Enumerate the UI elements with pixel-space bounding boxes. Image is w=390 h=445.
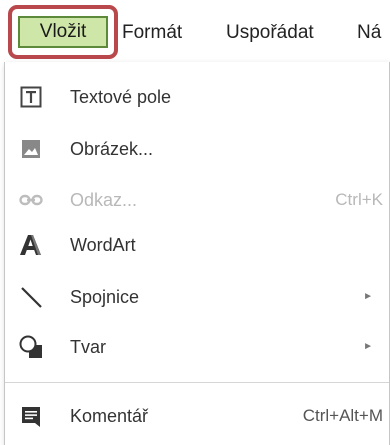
submenu-arrow-icon: ►	[363, 291, 373, 302]
menu-item-odkaz[interactable]: Odkaz... Ctrl+K	[5, 177, 389, 223]
line-icon	[21, 287, 42, 308]
menu-bar: Vložit Formát Uspořádat Ná	[0, 0, 390, 62]
menu-vlozit[interactable]: Vložit	[18, 16, 108, 48]
shape-icon	[19, 335, 42, 358]
menu-item-label: Textové pole	[70, 87, 172, 107]
menu-item-wordart[interactable]: WordArt	[5, 222, 389, 268]
menu-item-spojnice[interactable]: Spojnice ►	[5, 274, 389, 320]
menu-item-label: Tvar	[70, 337, 106, 357]
menu-item-label: Spojnice	[70, 287, 140, 307]
menu-item-shortcut: Ctrl+Alt+M	[302, 406, 383, 425]
menu-item-tvar[interactable]: Tvar ►	[5, 324, 389, 370]
menu-item-label: Obrázek...	[70, 139, 154, 159]
menu-separator	[5, 382, 389, 383]
menu-item-label: WordArt	[70, 235, 136, 255]
menu-na[interactable]: Ná	[357, 18, 381, 48]
menu-format[interactable]: Formát	[122, 18, 182, 48]
insert-dropdown-menu: Textové pole Obrázek... Odkaz... Ctrl+K …	[4, 62, 390, 445]
menu-item-komentar[interactable]: Komentář Ctrl+Alt+M	[5, 393, 389, 439]
menu-item-label: Odkaz...	[70, 190, 138, 210]
image-icon	[22, 140, 40, 158]
menu-item-obrazek[interactable]: Obrázek...	[5, 126, 389, 172]
menu-usporadat[interactable]: Uspořádat	[226, 18, 314, 48]
menu-item-shortcut: Ctrl+K	[335, 190, 383, 209]
link-icon	[19, 194, 43, 206]
menu-item-label: Komentář	[70, 406, 149, 426]
menu-item-textove-pole[interactable]: Textové pole	[5, 74, 389, 120]
comment-icon	[22, 407, 40, 427]
highlight-frame: Vložit	[8, 5, 118, 59]
submenu-arrow-icon: ►	[363, 341, 373, 352]
text-box-icon	[20, 86, 42, 108]
wordart-icon	[20, 235, 41, 255]
